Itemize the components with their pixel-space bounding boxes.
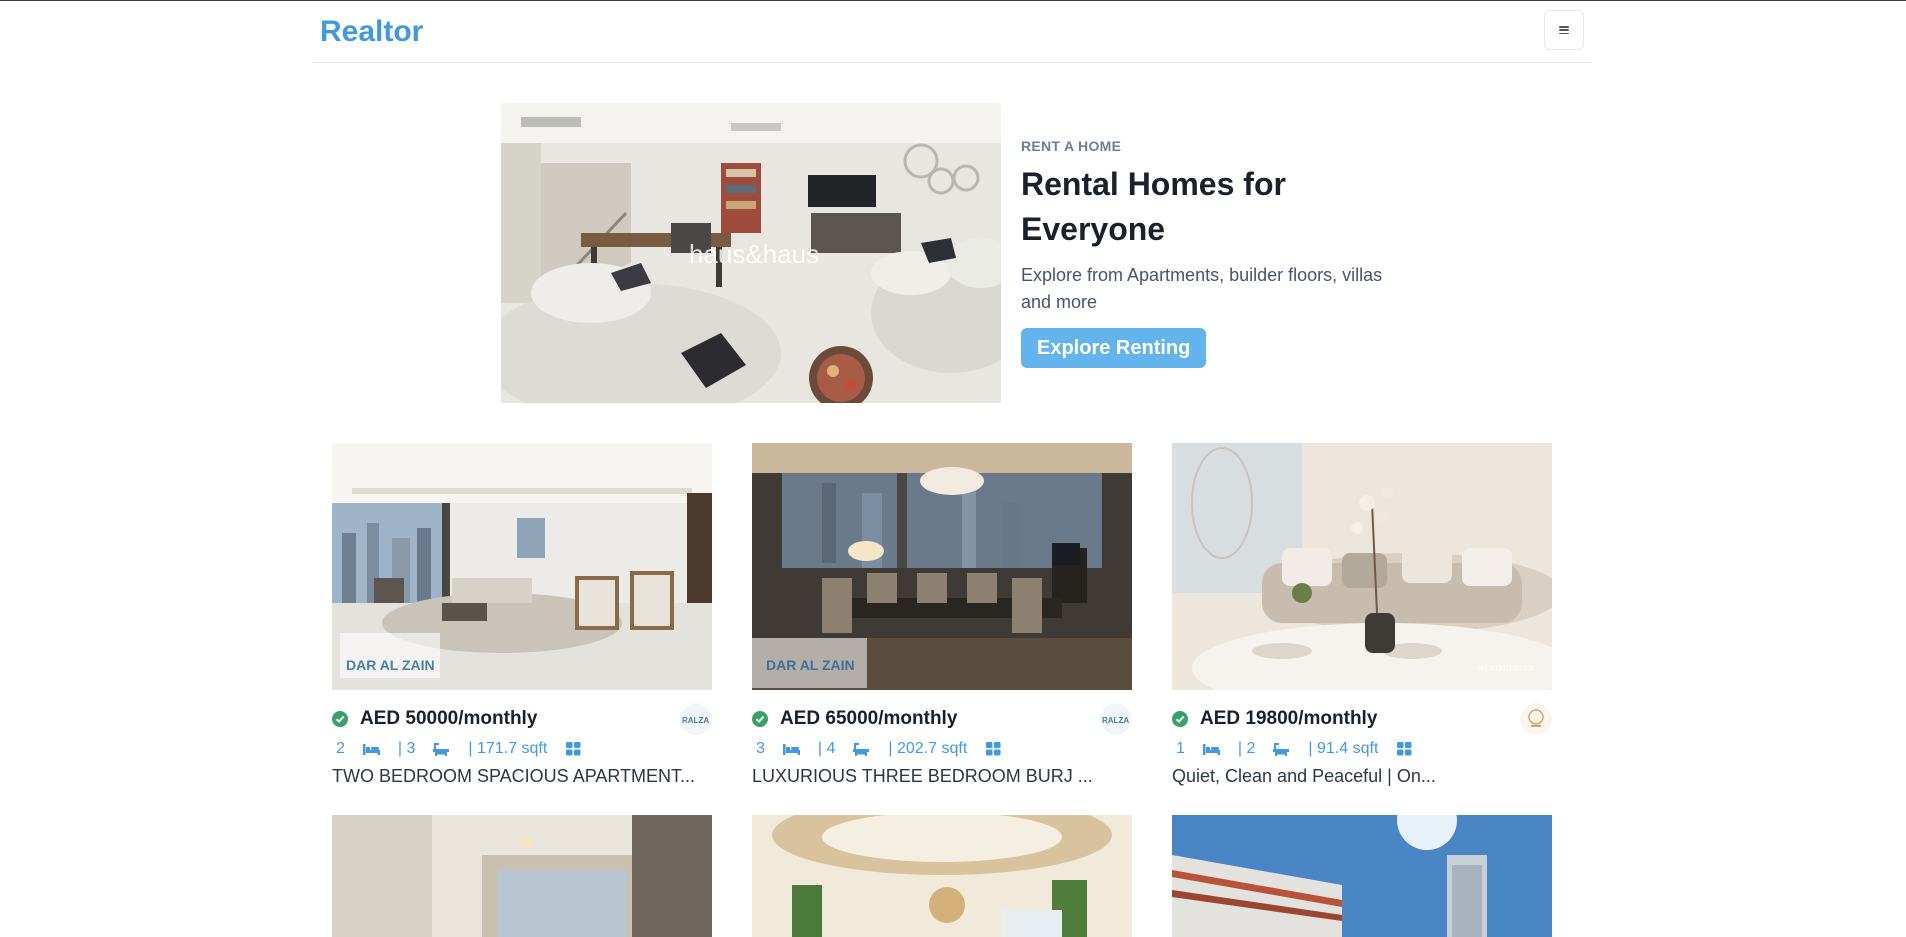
navbar: Realtor bbox=[312, 1, 1592, 63]
baths-count: | 2 bbox=[1237, 740, 1256, 757]
baths-count: | 3 bbox=[397, 740, 416, 757]
bed-icon bbox=[1202, 744, 1220, 755]
property-card[interactable]: DAR AL ZAIN AED 50000/monthly RALZA 2 | … bbox=[332, 443, 712, 787]
image-watermark: DAR AL ZAIN bbox=[766, 657, 855, 673]
rooms-count: 1 bbox=[1176, 740, 1185, 757]
property-title[interactable]: TWO BEDROOM SPACIOUS APARTMENT... bbox=[332, 766, 712, 787]
bath-icon bbox=[433, 743, 450, 756]
property-price: AED 19800/monthly bbox=[1200, 708, 1378, 729]
property-specs: 1 | 2 | 91.4 sqft bbox=[1172, 738, 1552, 760]
agency-logo[interactable] bbox=[1520, 703, 1552, 735]
property-image[interactable] bbox=[1172, 815, 1552, 937]
check-circle-icon bbox=[752, 711, 768, 727]
area-value: | 202.7 sqft bbox=[888, 740, 968, 757]
rooms-count: 3 bbox=[756, 740, 765, 757]
baths-count: | 4 bbox=[817, 740, 836, 757]
hamburger-icon bbox=[1559, 26, 1569, 34]
property-image[interactable] bbox=[752, 815, 1132, 937]
property-card[interactable]: WESTMINSTER AED 19800/monthly 1 | 2 | 91… bbox=[1172, 443, 1552, 787]
menu-button[interactable] bbox=[1544, 10, 1584, 50]
hero-image: haus&haus bbox=[501, 103, 1001, 403]
hero-text: RENT A HOME Rental Homes for Everyone Ex… bbox=[1021, 138, 1401, 368]
check-circle-icon bbox=[332, 711, 348, 727]
agency-logo[interactable]: RALZA bbox=[1100, 703, 1132, 735]
image-watermark: DAR AL ZAIN bbox=[346, 657, 435, 673]
grid-icon bbox=[986, 742, 1001, 756]
svg-text:RALZA: RALZA bbox=[1102, 716, 1129, 725]
check-circle-icon bbox=[1172, 711, 1188, 727]
hero-title: Rental Homes for Everyone bbox=[1021, 162, 1401, 252]
bath-icon bbox=[853, 743, 870, 756]
property-title[interactable]: LUXURIOUS THREE BEDROOM BURJ ... bbox=[752, 766, 1132, 787]
agency-logo[interactable]: RALZA bbox=[680, 703, 712, 735]
area-value: | 91.4 sqft bbox=[1308, 740, 1379, 757]
hero-image-watermark: haus&haus bbox=[689, 239, 819, 269]
hero-eyebrow: RENT A HOME bbox=[1021, 138, 1122, 154]
hero-title-line2: Everyone bbox=[1021, 211, 1166, 247]
rooms-count: 2 bbox=[336, 740, 345, 757]
bed-icon bbox=[782, 744, 800, 755]
property-image[interactable]: WESTMINSTER bbox=[1172, 443, 1552, 690]
grid-icon bbox=[566, 742, 581, 756]
hero-title-line1: Rental Homes for bbox=[1021, 166, 1286, 202]
explore-renting-button[interactable]: Explore Renting bbox=[1021, 328, 1207, 368]
svg-text:RALZA: RALZA bbox=[682, 716, 709, 725]
hero-description: Explore from Apartments, builder floors,… bbox=[1021, 265, 1383, 312]
property-image[interactable]: DAR AL ZAIN bbox=[752, 443, 1132, 690]
property-specs: 3 | 4 | 202.7 sqft bbox=[752, 738, 1132, 760]
image-watermark: WESTMINSTER bbox=[1477, 664, 1535, 673]
property-card[interactable]: DAR AL ZAIN AED 65000/monthly RALZA 3 | … bbox=[752, 443, 1132, 787]
bath-icon bbox=[1273, 743, 1290, 756]
property-title[interactable]: Quiet, Clean and Peaceful | On... bbox=[1172, 766, 1552, 787]
bed-icon bbox=[362, 744, 380, 755]
area-value: | 171.7 sqft bbox=[468, 740, 548, 757]
grid-icon bbox=[1397, 742, 1412, 756]
property-price: AED 65000/monthly bbox=[780, 708, 958, 729]
logo[interactable]: Realtor bbox=[320, 15, 423, 49]
property-image[interactable]: DAR AL ZAIN bbox=[332, 443, 712, 690]
property-image[interactable] bbox=[332, 815, 712, 937]
property-price: AED 50000/monthly bbox=[360, 708, 538, 729]
property-specs: 2 | 3 | 171.7 sqft bbox=[332, 738, 712, 760]
